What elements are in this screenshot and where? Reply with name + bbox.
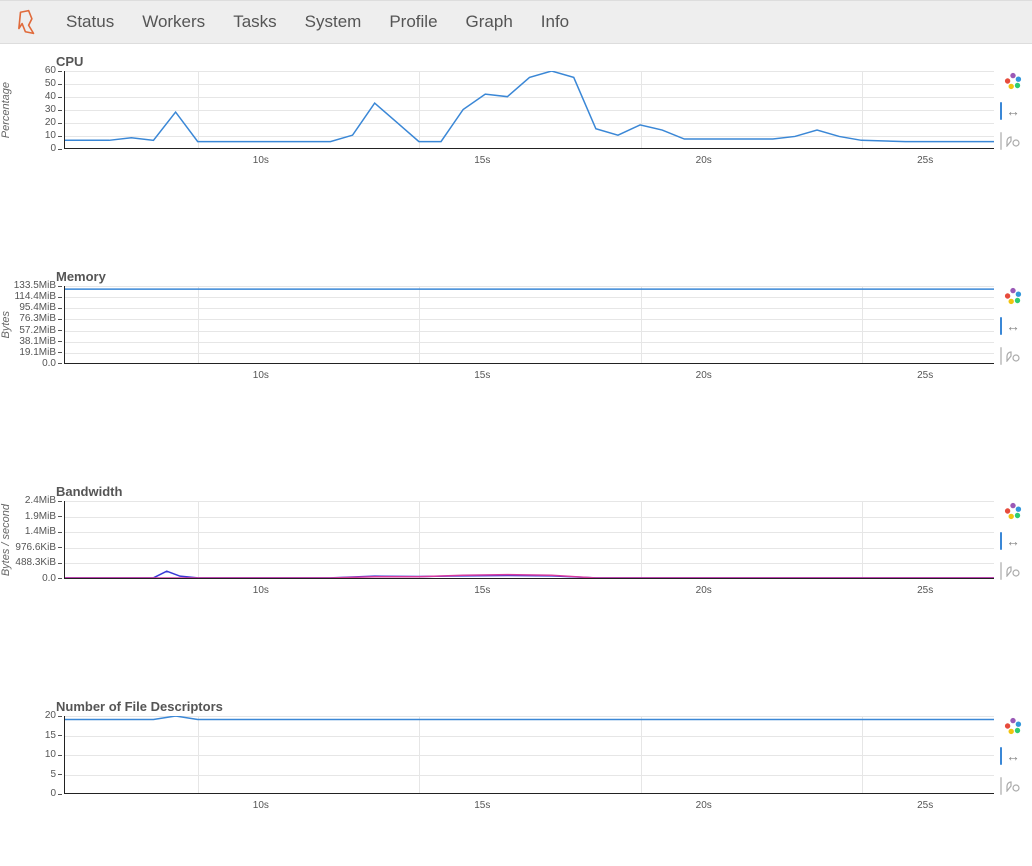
x-tick: 15s (474, 800, 490, 811)
y-axis-label: Bytes / second (0, 504, 14, 576)
nav-graph[interactable]: Graph (452, 1, 527, 43)
reset-tool-icon[interactable] (1003, 131, 1023, 151)
x-tick: 25s (917, 800, 933, 811)
plot-area[interactable] (64, 501, 994, 579)
plot-area[interactable] (64, 716, 994, 794)
nav-tasks[interactable]: Tasks (219, 1, 290, 43)
nav-status[interactable]: Status (52, 1, 128, 43)
x-tick: 10s (253, 155, 269, 166)
bokeh-logo-icon[interactable] (1003, 501, 1023, 521)
x-tick: 25s (917, 155, 933, 166)
plot-area[interactable] (64, 71, 994, 149)
chart-toolbar: ↔ (998, 716, 1028, 796)
chart-memory: Memory Bytes133.5MiB114.4MiB95.4MiB76.3Mi… (0, 269, 1032, 364)
x-tick: 15s (474, 370, 490, 381)
x-tick: 10s (253, 585, 269, 596)
chart-toolbar: ↔ (998, 501, 1028, 581)
chart-cpu: CPUPercentage605040302010010s15s20s25s↔ (0, 54, 1032, 149)
chart-bandwidth: Bandwidth Bytes / second2.4MiB1.9MiB1.4Mi… (0, 484, 1032, 579)
x-tick: 25s (917, 370, 933, 381)
x-tick: 15s (474, 585, 490, 596)
chart-toolbar: ↔ (998, 71, 1028, 151)
x-tick: 25s (917, 585, 933, 596)
pan-tool-icon[interactable]: ↔ (1003, 316, 1023, 336)
plot-area[interactable] (64, 286, 994, 364)
x-tick: 20s (696, 585, 712, 596)
nav-profile[interactable]: Profile (375, 1, 451, 43)
nav-workers[interactable]: Workers (128, 1, 219, 43)
reset-tool-icon[interactable] (1003, 561, 1023, 581)
x-tick: 20s (696, 155, 712, 166)
x-tick: 15s (474, 155, 490, 166)
pan-tool-icon[interactable]: ↔ (1003, 746, 1023, 766)
chart-title: Bandwidth (56, 484, 1032, 499)
y-axis: 133.5MiB114.4MiB95.4MiB76.3MiB57.2MiB38.… (14, 286, 64, 364)
y-axis-label: Bytes (0, 311, 14, 339)
dask-logo-icon[interactable] (14, 9, 40, 35)
y-axis-label: Percentage (0, 82, 14, 138)
bokeh-logo-icon[interactable] (1003, 716, 1023, 736)
y-axis: 6050403020100 (14, 71, 64, 149)
x-tick: 10s (253, 800, 269, 811)
bokeh-logo-icon[interactable] (1003, 71, 1023, 91)
bokeh-logo-icon[interactable] (1003, 286, 1023, 306)
navbar: Status Workers Tasks System Profile Grap… (0, 0, 1032, 44)
reset-tool-icon[interactable] (1003, 776, 1023, 796)
x-tick: 20s (696, 370, 712, 381)
x-tick: 20s (696, 800, 712, 811)
y-axis: 2.4MiB1.9MiB1.4MiB976.6KiB488.3KiB0.0 (14, 501, 64, 579)
reset-tool-icon[interactable] (1003, 346, 1023, 366)
series-read (65, 71, 994, 142)
pan-tool-icon[interactable]: ↔ (1003, 531, 1023, 551)
chart-toolbar: ↔ (998, 286, 1028, 366)
chart-number-of-file-descriptors: Number of File Descriptors2015105010s15s… (0, 699, 1032, 794)
chart-title: CPU (56, 54, 1032, 69)
series-read (65, 716, 994, 720)
x-tick: 10s (253, 370, 269, 381)
y-axis: 20151050 (14, 716, 64, 794)
chart-title: Memory (56, 269, 1032, 284)
pan-tool-icon[interactable]: ↔ (1003, 101, 1023, 121)
nav-system[interactable]: System (291, 1, 376, 43)
chart-title: Number of File Descriptors (56, 699, 1032, 714)
nav-info[interactable]: Info (527, 1, 583, 43)
